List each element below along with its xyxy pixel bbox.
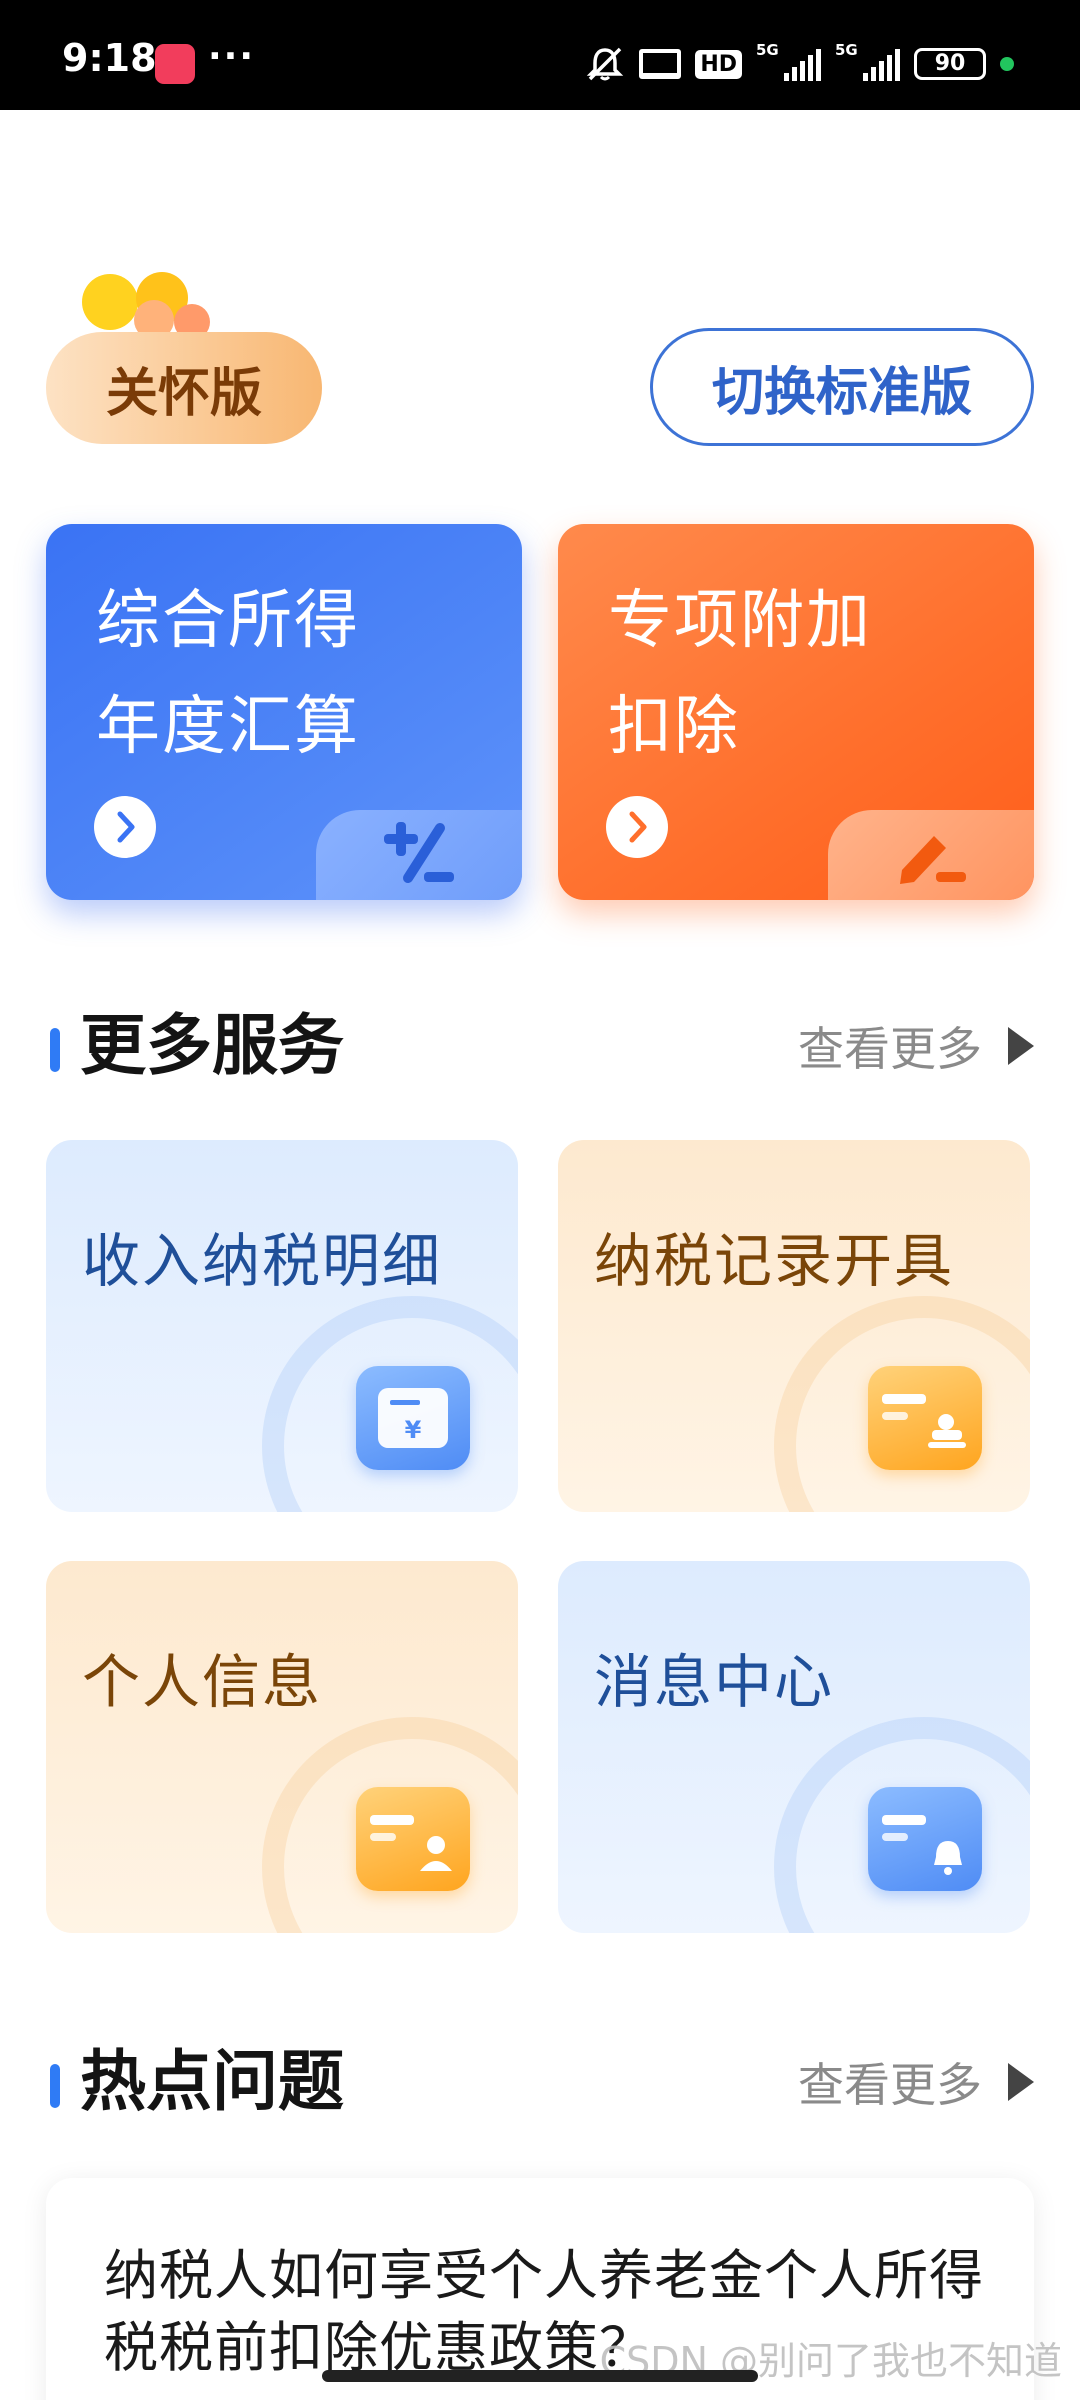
message-bell-icon (868, 1787, 982, 1891)
privacy-dot-icon (1000, 57, 1014, 71)
switch-standard-button[interactable]: 切换标准版 (650, 328, 1034, 446)
section-title: 更多服务 (80, 1007, 344, 1084)
signal-icon: 5G (756, 41, 821, 81)
card-title-line1: 综合所得 (96, 584, 360, 658)
status-bar: 9:18 ··· HD 5G 5G 90 (0, 0, 1080, 110)
see-more-link[interactable]: 查看更多 (798, 2056, 1034, 2112)
more-services-header: 更多服务 查看更多 (46, 1006, 1034, 1086)
section-accent-bar (50, 2064, 60, 2108)
status-time: 9:18 (62, 36, 157, 80)
chevron-right-icon[interactable] (94, 796, 156, 858)
service-tax-record[interactable]: 纳税记录开具 (558, 1140, 1030, 1512)
care-mode-label: 关怀版 (105, 363, 262, 424)
see-more-label: 查看更多 (798, 2058, 982, 2112)
hot-questions-header: 热点问题 查看更多 (46, 2042, 1034, 2122)
annual-settlement-card[interactable]: 综合所得 年度汇算 (46, 524, 522, 900)
laptop-icon (639, 49, 682, 79)
service-income-detail[interactable]: 收入纳税明细 ¥ (46, 1140, 518, 1512)
more-notifications-indicator: ··· (208, 36, 256, 77)
chevron-right-icon[interactable] (606, 796, 668, 858)
special-deduction-card[interactable]: 专项附加 扣除 (558, 524, 1034, 900)
card-title-line2: 年度汇算 (96, 690, 360, 764)
status-icons: HD 5G 5G 90 (585, 41, 1014, 84)
see-more-link[interactable]: 查看更多 (798, 1020, 1034, 1076)
pencil-icon (828, 810, 1034, 900)
app-notification-icon (155, 44, 195, 84)
card-title-line2: 扣除 (608, 690, 740, 764)
home-indicator[interactable] (322, 2370, 758, 2382)
service-label: 个人信息 (82, 1648, 323, 1716)
service-label: 消息中心 (594, 1648, 835, 1716)
id-card-icon (356, 1787, 470, 1891)
mute-bell-icon (585, 46, 625, 82)
play-arrow-icon (1008, 1027, 1034, 1065)
signal-icon-2: 5G (835, 41, 900, 81)
wallet-yen-icon: ¥ (356, 1366, 470, 1470)
hd-icon: HD (695, 49, 742, 79)
battery-icon: 90 (914, 48, 986, 80)
service-label: 收入纳税明细 (82, 1227, 443, 1295)
service-personal-info[interactable]: 个人信息 (46, 1561, 518, 1933)
plus-percent-icon (316, 810, 522, 900)
play-arrow-icon (1008, 2063, 1034, 2101)
service-label: 纳税记录开具 (594, 1227, 955, 1295)
section-accent-bar (50, 1028, 60, 1072)
section-title: 热点问题 (80, 2043, 344, 2120)
service-message-center[interactable]: 消息中心 (558, 1561, 1030, 1933)
stamp-card-icon (868, 1366, 982, 1470)
svg-text:¥: ¥ (405, 1416, 422, 1444)
hearts-icon (82, 272, 210, 338)
card-title-line1: 专项附加 (608, 584, 872, 658)
care-mode-badge: 关怀版 (46, 332, 322, 444)
see-more-label: 查看更多 (798, 1022, 982, 1076)
